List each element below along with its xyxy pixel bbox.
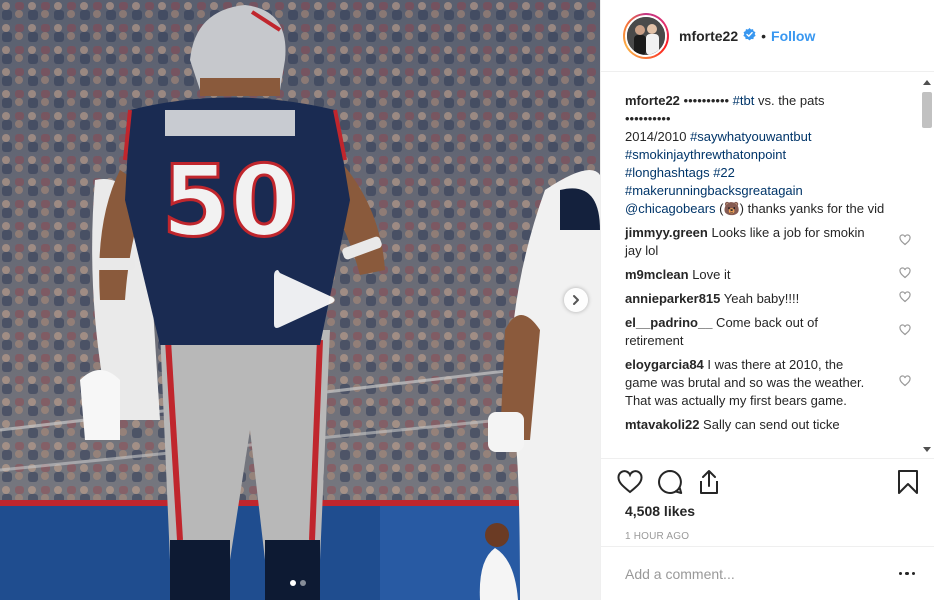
caption-dots: •••••••••• bbox=[679, 93, 733, 108]
next-slide-button[interactable] bbox=[564, 288, 588, 312]
carousel-dot-active bbox=[290, 580, 296, 586]
caption-username[interactable]: mforte22 bbox=[625, 93, 680, 108]
comment-input[interactable] bbox=[625, 565, 891, 582]
share-icon bbox=[700, 470, 718, 494]
caption-thanks: ) thanks yanks for the vid bbox=[739, 201, 885, 216]
add-comment-bar bbox=[601, 546, 934, 600]
comment-like-heart-icon[interactable] bbox=[899, 374, 911, 392]
share-button[interactable] bbox=[697, 467, 733, 497]
hashtag-smokinjay[interactable]: #smokinjaythrewthatonpoint bbox=[625, 146, 887, 164]
comment-item: el__padrino__ Come back out of retiremen… bbox=[625, 314, 911, 350]
comment-button[interactable] bbox=[657, 467, 693, 497]
comment-text: Sally can send out ticke bbox=[699, 417, 840, 432]
play-button[interactable] bbox=[268, 264, 340, 336]
like-count[interactable]: 4,508 likes bbox=[625, 503, 919, 519]
jersey-number: 50 bbox=[162, 145, 298, 259]
comment-username[interactable]: mtavakoli22 bbox=[625, 417, 699, 432]
carousel-indicators bbox=[290, 580, 306, 586]
bookmark-icon bbox=[898, 470, 918, 494]
comment-username[interactable]: eloygarcia84 bbox=[625, 357, 704, 372]
verified-badge-icon bbox=[743, 27, 756, 44]
heart-icon bbox=[617, 470, 643, 494]
comment-item: jimmyy.green Looks like a job for smokin… bbox=[625, 224, 911, 260]
post-header: mforte22 • Follow bbox=[601, 0, 934, 72]
comment-like-heart-icon[interactable] bbox=[899, 266, 911, 284]
post-caption: mforte22 •••••••••• #tbt vs. the pats ••… bbox=[625, 92, 887, 218]
action-bar bbox=[617, 467, 919, 497]
play-icon bbox=[274, 270, 335, 328]
comment-like-heart-icon[interactable] bbox=[899, 323, 911, 341]
avatar[interactable] bbox=[625, 14, 667, 57]
comment-like-heart-icon[interactable] bbox=[899, 290, 911, 308]
avatar-image bbox=[627, 16, 665, 55]
like-button[interactable] bbox=[617, 467, 653, 497]
comment-username[interactable]: m9mclean bbox=[625, 267, 689, 282]
more-options-icon[interactable] bbox=[891, 565, 915, 583]
comment-bubble-icon bbox=[658, 470, 683, 494]
comment-item: eloygarcia84 I was there at 2010, the ga… bbox=[625, 356, 911, 410]
carousel-dot bbox=[300, 580, 306, 586]
save-button[interactable] bbox=[883, 467, 919, 497]
comments-list: mforte22 •••••••••• #tbt vs. the pats ••… bbox=[601, 86, 934, 456]
comment-text: Love it bbox=[688, 267, 731, 282]
comment-username[interactable]: el__padrino__ bbox=[625, 315, 712, 330]
post-actions: 4,508 likes 1 HOUR AGO bbox=[601, 458, 934, 542]
mention-chicagobears[interactable]: @chicagobears bbox=[625, 201, 716, 216]
caption-dots-line: •••••••••• bbox=[625, 111, 671, 126]
comment-item: annieparker815 Yeah baby!!!! bbox=[625, 290, 911, 308]
comment-username[interactable]: annieparker815 bbox=[625, 291, 720, 306]
caption-year: 2014/2010 bbox=[625, 129, 691, 144]
header-separator: • bbox=[761, 27, 767, 44]
scroll-up-icon[interactable] bbox=[923, 80, 931, 85]
hashtag-makerunningbacksgreatagain[interactable]: #makerunningbacksgreatagain bbox=[625, 182, 887, 200]
hashtag-tbt[interactable]: #tbt bbox=[733, 93, 755, 108]
chevron-right-icon bbox=[573, 295, 579, 305]
comment-item: mtavakoli22 Sally can send out ticke bbox=[625, 416, 911, 434]
follow-button[interactable]: Follow bbox=[771, 28, 815, 44]
comment-item: m9mclean Love it bbox=[625, 266, 911, 284]
post-viewer: 50 mforte22 • Follow mforte22 ••••••••••… bbox=[0, 0, 934, 600]
caption-text: vs. the pats bbox=[754, 93, 825, 108]
post-username[interactable]: mforte22 bbox=[679, 28, 738, 44]
comment-like-heart-icon[interactable] bbox=[899, 233, 911, 251]
post-side-panel: mforte22 • Follow mforte22 •••••••••• #t… bbox=[600, 0, 934, 600]
hashtag-saywhatyouwantbut[interactable]: #saywhatyouwantbut bbox=[690, 129, 811, 144]
hashtag-22[interactable]: #22 bbox=[710, 165, 735, 180]
comment-text: Yeah baby!!!! bbox=[720, 291, 800, 306]
comment-username[interactable]: jimmyy.green bbox=[625, 225, 708, 240]
bear-emoji-icon: 🐻 bbox=[723, 201, 740, 216]
post-timestamp[interactable]: 1 HOUR AGO bbox=[625, 531, 919, 542]
post-media[interactable]: 50 bbox=[0, 0, 600, 600]
hashtag-longhashtags[interactable]: #longhashtags bbox=[625, 165, 710, 180]
story-ring[interactable] bbox=[623, 12, 669, 59]
